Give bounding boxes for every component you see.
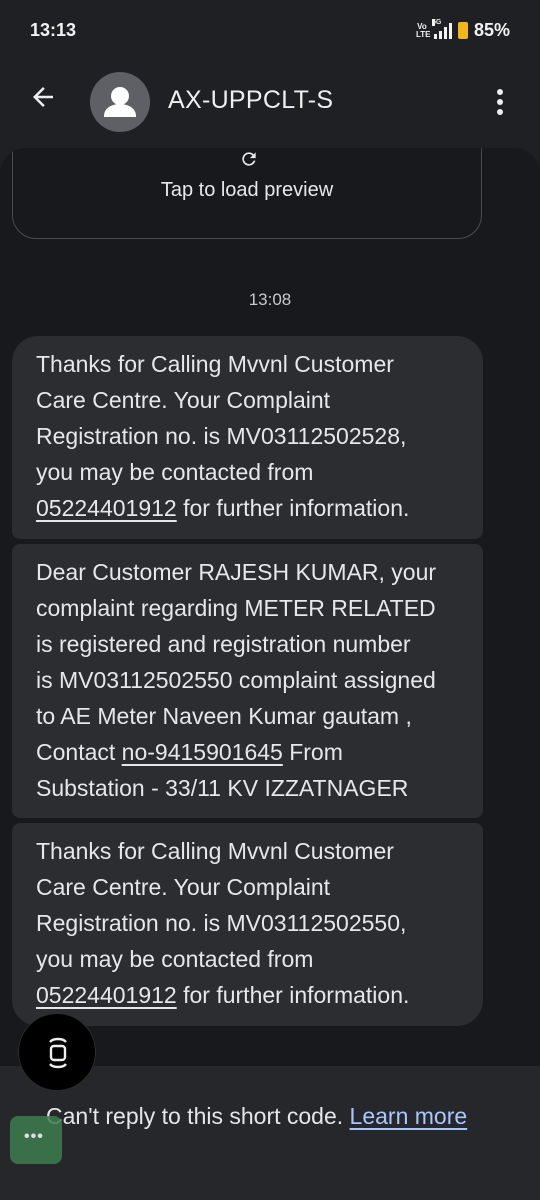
status-bar: 13:13 Vo LTE 5G 85% xyxy=(0,0,540,60)
signal-icon: 5G xyxy=(431,18,452,39)
battery-icon xyxy=(457,22,468,39)
phone-link[interactable]: 05224401912 xyxy=(36,982,177,1008)
battery-percent: 85% xyxy=(473,20,510,40)
back-arrow-icon[interactable] xyxy=(28,82,58,112)
contact-avatar-icon[interactable] xyxy=(90,72,150,132)
floating-chat-bubble[interactable]: ••• xyxy=(10,1116,62,1164)
volte-icon: Vo LTE xyxy=(415,21,431,39)
status-icons: Vo LTE 5G 85% xyxy=(415,18,510,41)
message-timestamp: 13:08 xyxy=(248,290,292,309)
conversation-header: AX-UPPCLT-S xyxy=(0,60,540,150)
scroll-assist-button[interactable] xyxy=(18,1013,96,1091)
message-bubble[interactable]: Thanks for Calling Mvvnl Customer Care C… xyxy=(12,336,483,539)
message-bubble[interactable]: Dear Customer RAJESH KUMAR, your complai… xyxy=(12,544,483,818)
more-vert-icon[interactable] xyxy=(488,86,512,118)
contact-name: AX-UPPCLT-S xyxy=(168,86,334,114)
phone-link[interactable]: 05224401912 xyxy=(36,495,177,521)
message-bubble[interactable]: Thanks for Calling Mvvnl Customer Care C… xyxy=(12,823,483,1026)
refresh-icon xyxy=(242,152,256,166)
reply-disabled-bar: Can't reply to this short code. Learn mo… xyxy=(0,1066,540,1200)
tap-to-load-preview: Tap to load preview xyxy=(160,179,334,201)
learn-more-link[interactable]: Learn more xyxy=(350,1103,468,1129)
message-thread: Tap to load preview 13:08 Thanks for Cal… xyxy=(0,148,540,1200)
status-time: 13:13 xyxy=(30,20,77,40)
link-preview-card[interactable]: Tap to load preview xyxy=(12,148,482,239)
reply-disabled-text: Can't reply to this short code. Learn mo… xyxy=(46,1103,468,1129)
phone-link[interactable]: no-9415901645 xyxy=(122,739,283,765)
swap-vertical-icon xyxy=(49,1037,67,1069)
